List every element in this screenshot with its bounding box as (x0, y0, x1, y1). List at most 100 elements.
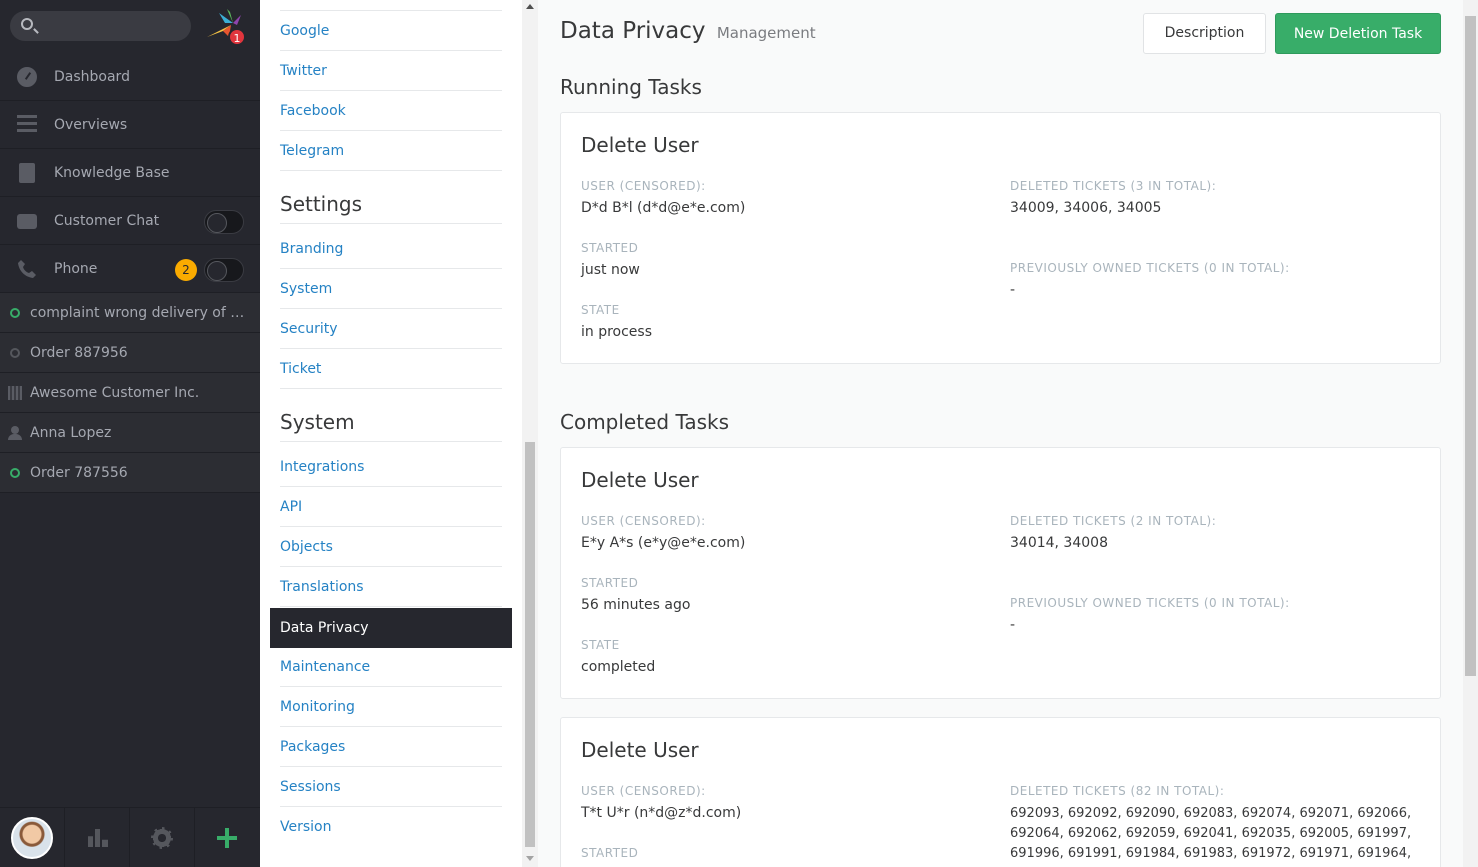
task-card: Delete User USER (CENSORED): E*y A*s (e*… (560, 447, 1441, 699)
state-value: completed (581, 659, 656, 675)
content-scroll-thumb[interactable] (1465, 16, 1476, 676)
nav-phone[interactable]: Phone 2 (0, 246, 260, 293)
nav-customer-chat-label: Customer Chat (54, 213, 160, 229)
user-label: USER (CENSORED): (581, 784, 706, 798)
new-button[interactable] (195, 808, 260, 867)
menu-link-maintenance[interactable]: Maintenance (280, 647, 502, 687)
list-icon (17, 115, 37, 135)
task-item[interactable]: complaint wrong delivery of ord... (0, 293, 260, 333)
menu-link-branding[interactable]: Branding (280, 229, 502, 269)
owned-tickets-label: PREVIOUSLY OWNED TICKETS (0 IN TOTAL): (1010, 261, 1290, 275)
task-label: Anna Lopez (30, 424, 112, 441)
deleted-tickets-label: DELETED TICKETS (2 IN TOTAL): (1010, 514, 1217, 528)
nav-dashboard-label: Dashboard (54, 69, 130, 85)
menu-link-objects[interactable]: Objects (280, 527, 502, 567)
avatar-button[interactable] (0, 808, 65, 867)
deleted-tickets-label: DELETED TICKETS (3 IN TOTAL): (1010, 179, 1217, 193)
deleted-tickets-value[interactable]: 692093, 692092, 692090, 692083, 692074, … (1010, 804, 1430, 867)
owned-tickets-value: - (1010, 617, 1016, 633)
phone-count-badge: 2 (175, 259, 197, 281)
nav-knowledge-base[interactable]: Knowledge Base (0, 150, 260, 197)
task-label: Awesome Customer Inc. (30, 384, 200, 401)
nav-bottom-bar (0, 807, 260, 867)
search-icon (21, 18, 33, 30)
running-tasks-heading: Running Tasks (560, 75, 702, 99)
user-label: USER (CENSORED): (581, 514, 706, 528)
book-icon (19, 163, 35, 183)
notification-badge: 1 (228, 28, 246, 46)
task-item[interactable]: Awesome Customer Inc. (0, 373, 260, 413)
task-card: Delete User USER (CENSORED): T*t U*r (n*… (560, 717, 1441, 867)
owned-tickets-label: PREVIOUSLY OWNED TICKETS (0 IN TOTAL): (1010, 596, 1290, 610)
stats-icon (88, 829, 108, 847)
menu-link-monitoring[interactable]: Monitoring (280, 687, 502, 727)
started-value: 56 minutes ago (581, 597, 691, 613)
completed-tasks-heading: Completed Tasks (560, 410, 730, 434)
data-privacy-content: Data Privacy Management Description New … (538, 0, 1478, 867)
phone-icon (18, 260, 36, 278)
task-item[interactable]: Order 787556 (0, 453, 260, 493)
started-label: STARTED (581, 846, 639, 860)
admin-menu: Google Twitter Facebook Telegram Setting… (260, 0, 538, 867)
user-value: D*d B*l (d*d@e*e.com) (581, 200, 746, 216)
chat-icon (17, 213, 37, 229)
owned-tickets-value: - (1010, 282, 1016, 298)
menu-link-telegram[interactable]: Telegram (280, 131, 502, 171)
new-deletion-task-button[interactable]: New Deletion Task (1275, 13, 1441, 54)
ticket-closed-icon (10, 347, 20, 358)
customer-chat-toggle[interactable] (204, 210, 244, 234)
description-button[interactable]: Description (1143, 13, 1266, 54)
menu-link-facebook[interactable]: Facebook (280, 91, 502, 131)
search-input[interactable] (10, 11, 191, 41)
user-value: E*y A*s (e*y@e*e.com) (581, 535, 746, 551)
avatar (11, 817, 53, 859)
task-card-title: Delete User (581, 468, 699, 492)
menu-link-packages[interactable]: Packages (280, 727, 502, 767)
menu-link-security[interactable]: Security (280, 309, 502, 349)
menu-scrollbar[interactable] (522, 0, 538, 867)
menu-link-twitter[interactable]: Twitter (280, 51, 502, 91)
task-card: Delete User USER (CENSORED): D*d B*l (d*… (560, 112, 1441, 364)
started-label: STARTED (581, 241, 639, 255)
deleted-tickets-value[interactable]: 34009, 34006, 34005 (1010, 200, 1161, 216)
menu-link-integrations[interactable]: Integrations (280, 447, 502, 487)
deleted-tickets-label: DELETED TICKETS (82 IN TOTAL): (1010, 784, 1225, 798)
task-card-title: Delete User (581, 133, 699, 157)
content-scrollbar[interactable] (1463, 0, 1478, 867)
task-item[interactable]: Anna Lopez (0, 413, 260, 453)
nav-overviews[interactable]: Overviews (0, 102, 260, 149)
user-label: USER (CENSORED): (581, 179, 706, 193)
scroll-down-icon[interactable] (526, 856, 534, 861)
plus-icon (217, 828, 237, 848)
organization-icon (8, 385, 22, 400)
page-title-text: Data Privacy (560, 18, 706, 44)
menu-link-ticket[interactable]: Ticket (280, 349, 502, 389)
menu-link-google[interactable]: Google (280, 11, 502, 51)
ticket-open-icon (10, 307, 20, 318)
menu-link-system[interactable]: System (280, 269, 502, 309)
started-label: STARTED (581, 576, 639, 590)
phone-toggle[interactable] (204, 258, 244, 282)
deleted-tickets-value[interactable]: 34014, 34008 (1010, 535, 1108, 551)
menu-scroll-thumb[interactable] (525, 442, 535, 847)
admin-button[interactable] (130, 808, 195, 867)
page-title: Data Privacy Management (560, 18, 816, 44)
dashboard-icon (17, 67, 37, 87)
task-card-title: Delete User (581, 738, 699, 762)
menu-heading-system: System (280, 402, 502, 442)
task-label: complaint wrong delivery of ord... (30, 304, 246, 321)
state-label: STATE (581, 638, 620, 652)
state-value: in process (581, 324, 653, 340)
nav-customer-chat[interactable]: Customer Chat (0, 198, 260, 245)
menu-link-version[interactable]: Version (280, 807, 502, 847)
reporting-button[interactable] (65, 808, 130, 867)
task-item[interactable]: Order 887956 (0, 333, 260, 373)
nav-dashboard[interactable]: Dashboard (0, 54, 260, 101)
menu-link-api[interactable]: API (280, 487, 502, 527)
gear-icon (151, 827, 173, 849)
menu-link-data-privacy[interactable]: Data Privacy (270, 608, 512, 648)
scroll-up-icon[interactable] (526, 4, 534, 9)
menu-link-sessions[interactable]: Sessions (280, 767, 502, 807)
menu-link-translations[interactable]: Translations (280, 567, 502, 607)
state-label: STATE (581, 303, 620, 317)
